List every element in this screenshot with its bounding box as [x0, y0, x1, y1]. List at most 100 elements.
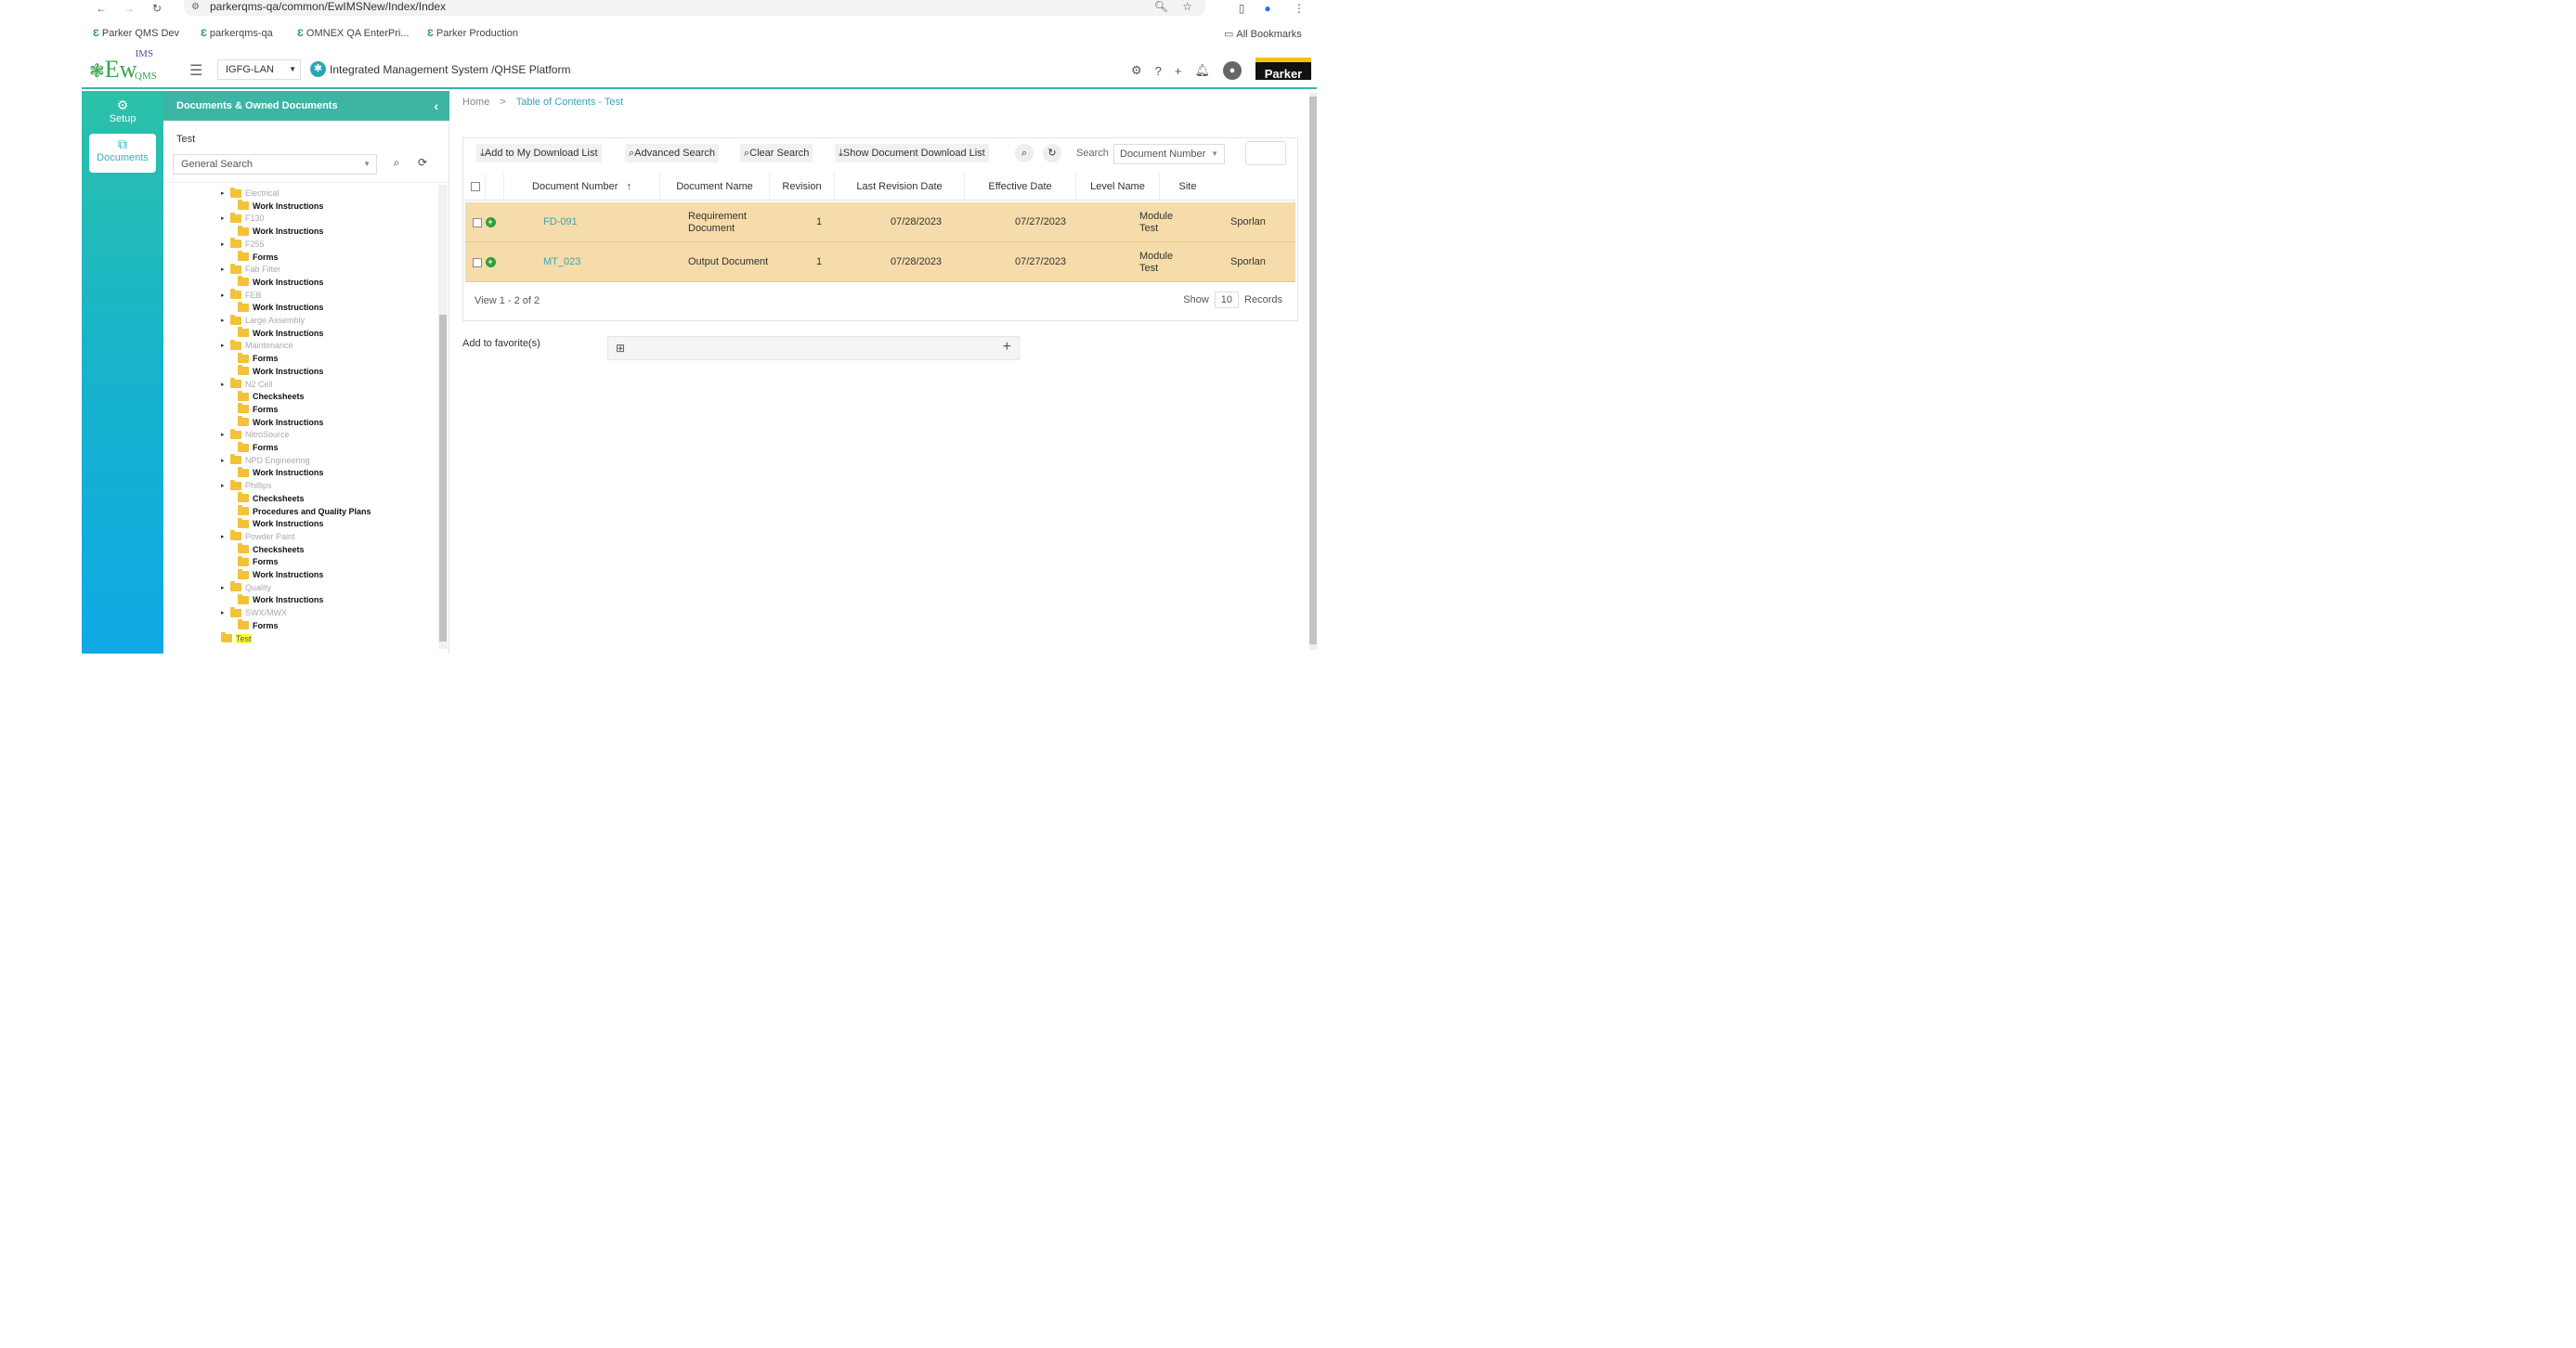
- expand-toggle-icon[interactable]: ▸: [221, 292, 227, 299]
- tree-leaf-node[interactable]: Forms: [238, 403, 279, 414]
- tree-leaf-node[interactable]: Checksheets: [238, 492, 305, 503]
- settings-gear-icon[interactable]: ⚙: [1131, 63, 1142, 78]
- tree-leaf-node[interactable]: Forms: [238, 619, 279, 630]
- user-avatar[interactable]: ●: [1223, 61, 1242, 80]
- col-document-number[interactable]: Document Number ↑: [504, 173, 660, 201]
- side-panel-icon[interactable]: ▯: [1233, 0, 1250, 17]
- expand-toggle-icon[interactable]: ▸: [221, 189, 227, 197]
- tree-folder-node[interactable]: ▸ Electrical: [221, 187, 280, 198]
- expand-plus-icon[interactable]: +: [485, 257, 496, 267]
- tree-leaf-node[interactable]: Work Instructions: [238, 301, 323, 312]
- tree-folder-node[interactable]: ▸ F255: [221, 238, 265, 249]
- tree-leaf-node[interactable]: Work Instructions: [238, 225, 323, 236]
- expand-toggle-icon[interactable]: ▸: [221, 609, 227, 616]
- tree-leaf-node[interactable]: Work Instructions: [238, 593, 323, 604]
- app-logo[interactable]: ❃EwIMS QMS: [89, 48, 177, 84]
- help-icon[interactable]: ?: [1155, 64, 1162, 78]
- search-field-select[interactable]: Document Number ▼: [1113, 144, 1225, 164]
- org-select[interactable]: IGFG-LAN ▼: [217, 59, 301, 80]
- hamburger-menu-icon[interactable]: ☰: [189, 61, 202, 80]
- tree-folder-node[interactable]: ▸ N2 Cell: [221, 378, 273, 389]
- tree-folder-node[interactable]: ▸ Maintenance: [221, 339, 293, 350]
- tree-refresh-icon[interactable]: ⟳: [414, 156, 431, 173]
- rail-setup[interactable]: ⚙ Setup: [89, 95, 156, 134]
- profile-icon[interactable]: ●: [1259, 0, 1276, 17]
- row-checkbox[interactable]: [473, 217, 482, 227]
- breadcrumb-current[interactable]: Table of Contents - Test: [516, 97, 623, 108]
- bookmark-item[interactable]: Ɛ Parker QMS Dev: [93, 28, 179, 39]
- menu-kebab-icon[interactable]: ⋮: [1291, 0, 1308, 17]
- tree-folder-node[interactable]: ▸ Large Assembly: [221, 314, 305, 325]
- tree-folder-node[interactable]: ▸ FEB: [221, 289, 262, 300]
- clear-search-button[interactable]: ⌕Clear Search: [740, 144, 813, 162]
- expand-toggle-icon[interactable]: ▸: [221, 266, 227, 273]
- document-number-link[interactable]: MT_023: [543, 256, 580, 268]
- expand-toggle-icon[interactable]: ▸: [221, 214, 227, 222]
- tree-leaf-node[interactable]: Forms: [238, 555, 279, 566]
- row-checkbox[interactable]: [473, 257, 482, 267]
- tree-search-icon[interactable]: ⌕: [388, 156, 405, 173]
- bookmark-item[interactable]: Ɛ OMNEX QA EnterPri...: [297, 28, 410, 39]
- expand-toggle-icon[interactable]: ▸: [221, 482, 227, 489]
- search-input[interactable]: [1245, 141, 1286, 165]
- site-settings-icon[interactable]: ⚙: [191, 0, 200, 14]
- select-all-checkbox[interactable]: [470, 182, 480, 191]
- tree-folder-node[interactable]: ▸ F130: [221, 212, 265, 223]
- forward-icon[interactable]: →: [121, 0, 137, 17]
- expand-toggle-icon[interactable]: ▸: [221, 584, 227, 591]
- tree-leaf-node[interactable]: Forms: [238, 251, 279, 262]
- back-icon[interactable]: ←: [93, 0, 110, 17]
- hierarchy-icon[interactable]: ⊞: [616, 342, 625, 355]
- tree-scrollbar[interactable]: [438, 185, 448, 649]
- tree-leaf-node[interactable]: Work Instructions: [238, 365, 323, 376]
- add-to-download-list-button[interactable]: ⤓Add to My Download List: [476, 144, 602, 162]
- expand-toggle-icon[interactable]: ▸: [221, 240, 227, 248]
- grid-refresh-icon[interactable]: ↻: [1043, 144, 1061, 162]
- expand-plus-icon[interactable]: +: [485, 217, 496, 227]
- tree-leaf-node[interactable]: Work Instructions: [238, 276, 323, 287]
- expand-toggle-icon[interactable]: ▸: [221, 533, 227, 540]
- tree-leaf-node[interactable]: Work Instructions: [238, 568, 323, 579]
- grid-search-icon[interactable]: ⌕: [1015, 144, 1034, 162]
- tree-scrollbar-thumb[interactable]: [439, 315, 447, 642]
- tree-leaf-node[interactable]: Checksheets: [238, 390, 305, 401]
- expand-toggle-icon[interactable]: ▸: [221, 381, 227, 388]
- expand-toggle-icon[interactable]: ▸: [221, 431, 227, 438]
- main-scrollbar[interactable]: [1309, 93, 1317, 650]
- table-row[interactable]: + MT_023 Output Document 1 07/28/2023 07…: [465, 242, 1295, 282]
- col-site[interactable]: Site: [1160, 173, 1216, 201]
- tree-leaf-node[interactable]: Work Instructions: [238, 416, 323, 427]
- add-icon[interactable]: +: [1175, 64, 1182, 78]
- general-search-select[interactable]: General Search ▼: [173, 154, 377, 175]
- zoom-icon[interactable]: 🔍︎: [1154, 0, 1168, 14]
- tree-node-selected[interactable]: Test: [221, 632, 252, 643]
- all-bookmarks[interactable]: ▭ All Bookmarks: [1224, 28, 1302, 41]
- breadcrumb-home[interactable]: Home: [462, 97, 489, 108]
- tree-folder-node[interactable]: ▸ Phillips: [221, 479, 272, 490]
- notification-bell-icon[interactable]: 🔔︎: [1194, 63, 1210, 78]
- tree-folder-node[interactable]: ▸ Fab Filter: [221, 263, 280, 274]
- col-last-revision-date[interactable]: Last Revision Date: [835, 173, 965, 201]
- collapse-panel-icon[interactable]: ‹: [434, 91, 438, 121]
- expand-toggle-icon[interactable]: ▸: [221, 342, 227, 349]
- tree-leaf-node[interactable]: Forms: [238, 352, 279, 363]
- tree-leaf-node[interactable]: Checksheets: [238, 543, 305, 554]
- page-size-select[interactable]: 10: [1214, 292, 1240, 308]
- tree-folder-node[interactable]: ▸ Quality: [221, 581, 271, 592]
- table-row[interactable]: + FD-091 Requirement Document 1 07/28/20…: [465, 202, 1295, 242]
- star-icon[interactable]: ☆: [1182, 0, 1192, 14]
- show-download-list-button[interactable]: ⤓Show Document Download List: [835, 144, 989, 162]
- tree-folder-node[interactable]: ▸ NPD Engineering: [221, 454, 310, 465]
- tree-leaf-node[interactable]: Work Instructions: [238, 327, 323, 338]
- tree-folder-node[interactable]: ▸ NitroSource: [221, 428, 290, 439]
- bookmark-item[interactable]: Ɛparkerqms-qa: [201, 28, 273, 39]
- main-scrollbar-thumb[interactable]: [1309, 97, 1317, 644]
- tree-folder-node[interactable]: ▸ SWX/MWX: [221, 606, 287, 617]
- expand-toggle-icon[interactable]: ▸: [221, 317, 227, 324]
- bookmark-item[interactable]: Ɛ Parker Production: [427, 28, 518, 39]
- tree-leaf-node[interactable]: Work Instructions: [238, 200, 323, 211]
- url-field[interactable]: ⚙ parkerqms-qa/common/EwIMSNew/Index/Ind…: [184, 0, 1205, 16]
- col-revision[interactable]: Revision: [770, 173, 835, 201]
- tree-leaf-node[interactable]: Forms: [238, 441, 279, 452]
- tree-leaf-node[interactable]: Work Instructions: [238, 517, 323, 528]
